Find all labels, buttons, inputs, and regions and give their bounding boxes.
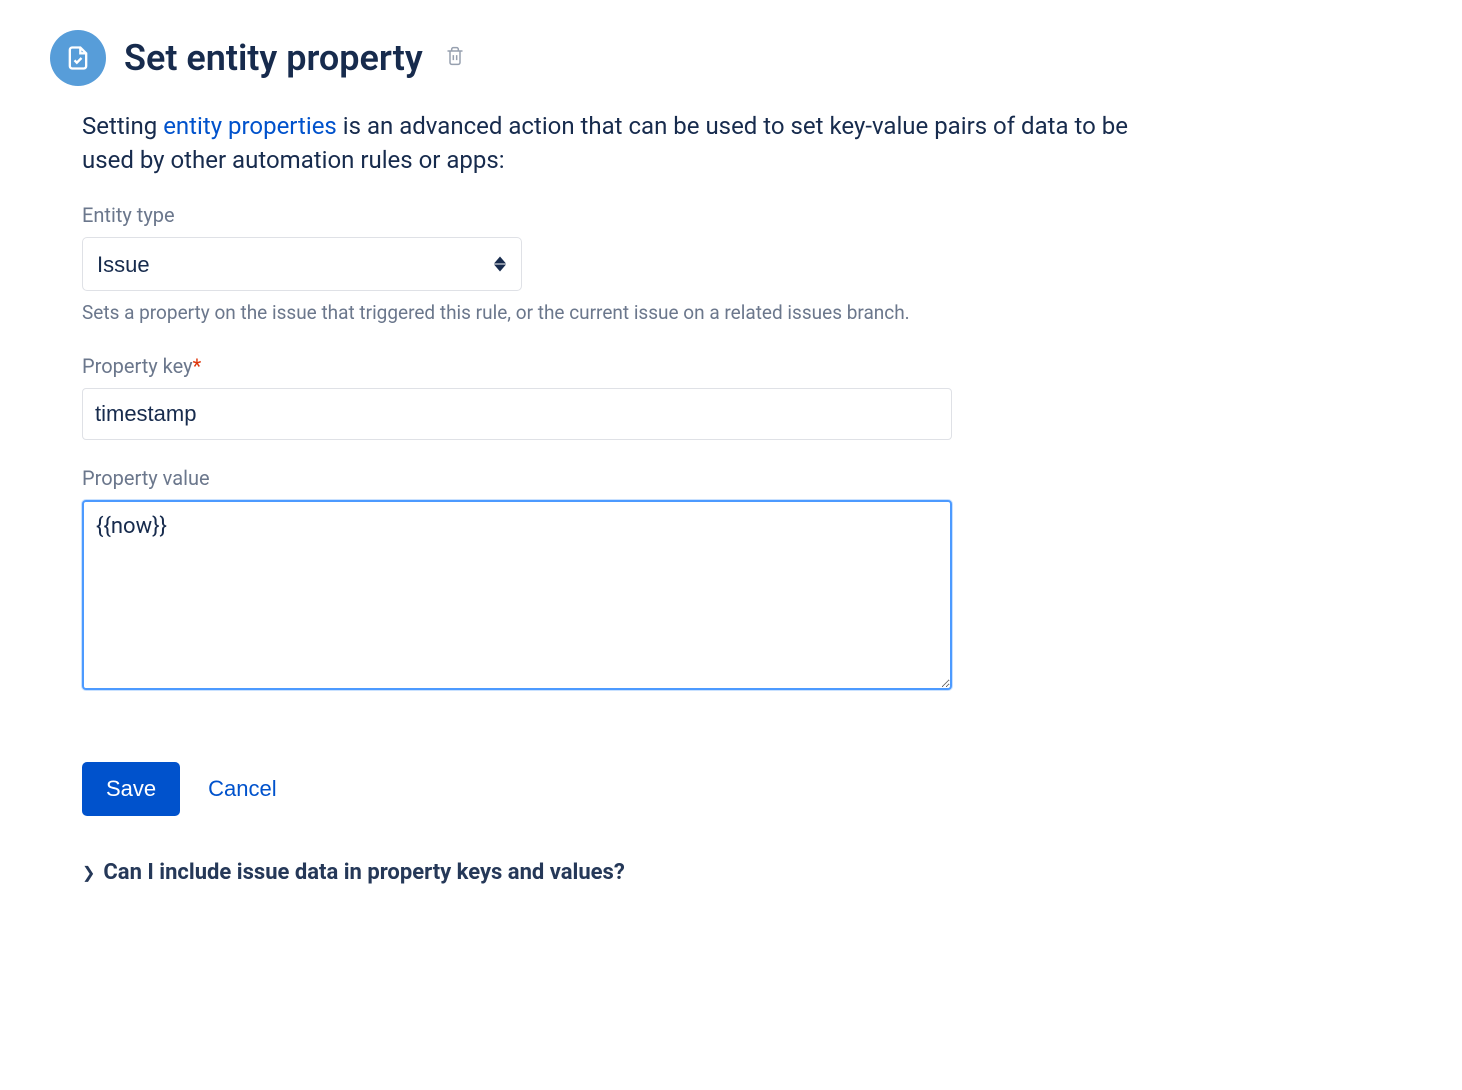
description-prefix: Setting xyxy=(82,112,163,140)
entity-type-label: Entity type xyxy=(82,203,1182,227)
panel-header: Set entity property xyxy=(50,30,1412,86)
property-value-textarea[interactable]: {{now}} xyxy=(82,500,952,690)
required-indicator: * xyxy=(193,354,202,378)
help-expander-text: Can I include issue data in property key… xyxy=(103,860,624,885)
help-expander[interactable]: ❯ Can I include issue data in property k… xyxy=(82,860,1182,885)
button-row: Save Cancel xyxy=(82,762,1182,816)
property-key-input[interactable] xyxy=(82,388,952,440)
entity-type-select[interactable]: Issue xyxy=(82,237,522,291)
save-button[interactable]: Save xyxy=(82,762,180,816)
entity-properties-link[interactable]: entity properties xyxy=(163,112,337,140)
chevron-right-icon: ❯ xyxy=(82,863,95,882)
property-key-label: Property key* xyxy=(82,354,1182,378)
panel-title: Set entity property xyxy=(124,37,423,79)
delete-icon[interactable] xyxy=(445,45,465,72)
panel-description: Setting entity properties is an advanced… xyxy=(82,110,1182,177)
entity-type-help: Sets a property on the issue that trigge… xyxy=(82,301,1182,324)
property-value-label: Property value xyxy=(82,466,1182,490)
entity-property-icon xyxy=(50,30,106,86)
cancel-button[interactable]: Cancel xyxy=(208,776,276,802)
